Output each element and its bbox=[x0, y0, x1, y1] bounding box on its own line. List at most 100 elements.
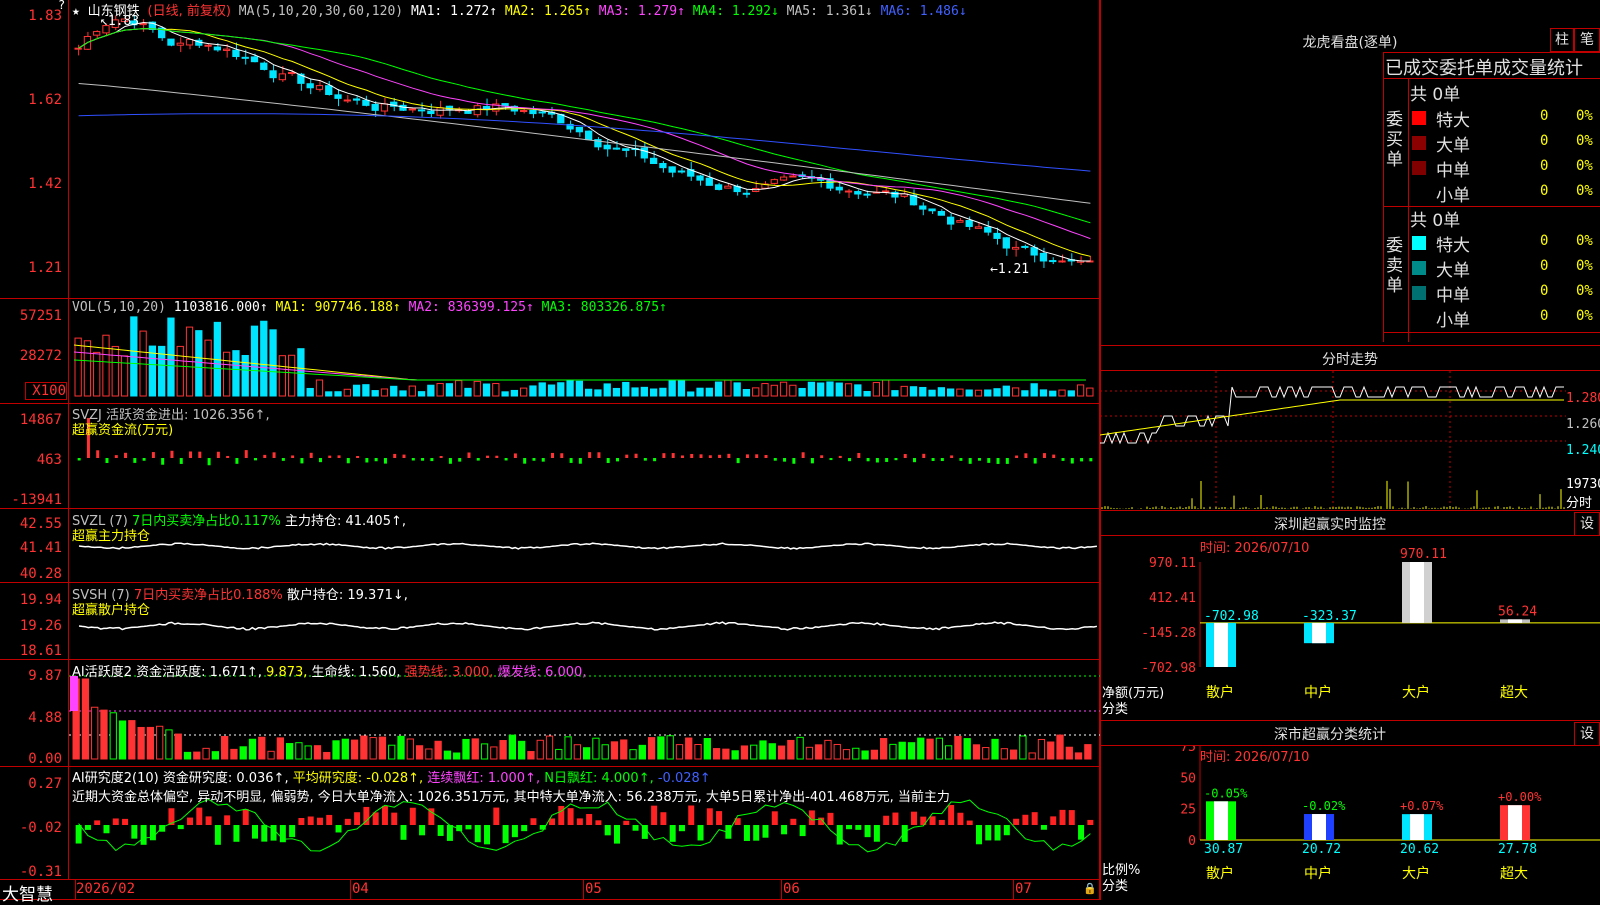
research-bar bbox=[177, 825, 184, 830]
fund-flow-bar bbox=[114, 455, 118, 458]
vol-unit-box[interactable]: X100 bbox=[25, 382, 67, 400]
volume-bar bbox=[399, 390, 407, 397]
fund-flow-bar bbox=[161, 458, 165, 465]
fund-flow-bar bbox=[783, 458, 787, 462]
pen-mode-button[interactable]: 笔 bbox=[1574, 28, 1600, 52]
candle-body bbox=[946, 216, 955, 225]
activity-bar bbox=[369, 737, 377, 760]
fund-flow-bar bbox=[690, 453, 694, 458]
research-bar bbox=[214, 825, 221, 845]
research-bar bbox=[855, 825, 862, 830]
volume-bar bbox=[631, 387, 639, 397]
volume-bar bbox=[705, 387, 713, 397]
intraday-tick: 1.280 bbox=[1566, 391, 1600, 406]
volume-bar bbox=[529, 385, 537, 397]
fund-flow-bar bbox=[857, 452, 861, 458]
research-bar bbox=[669, 825, 676, 842]
y-tick: 18.61 bbox=[19, 643, 62, 659]
period-label[interactable]: (日线, 前复权) bbox=[148, 4, 231, 19]
research-bar bbox=[511, 825, 518, 838]
y-tick-label: 25 bbox=[1180, 803, 1196, 818]
fund-flow-bar bbox=[727, 453, 731, 458]
x-tick-mark bbox=[583, 880, 584, 900]
activity-bar bbox=[285, 743, 294, 760]
research-bar bbox=[437, 825, 444, 836]
fund-flow-bar bbox=[1070, 458, 1074, 464]
research-bar bbox=[613, 825, 620, 844]
research-bar bbox=[196, 807, 203, 825]
fund-flow-bar bbox=[513, 453, 517, 458]
sell-row-pct: 0% bbox=[1576, 283, 1593, 299]
volume-bar bbox=[1058, 389, 1066, 397]
ma5-value: MA5: 1.361↓ bbox=[786, 4, 873, 19]
intraday-chart[interactable] bbox=[1100, 371, 1566, 509]
candle-body bbox=[269, 70, 277, 79]
fund-flow-bar bbox=[866, 458, 870, 462]
activity-bar bbox=[183, 751, 192, 760]
divider bbox=[1383, 52, 1384, 342]
volume-bar bbox=[1030, 383, 1038, 397]
research-bar bbox=[799, 825, 806, 837]
candle-body bbox=[705, 177, 713, 186]
fund-flow-bar bbox=[383, 458, 387, 464]
volume-bar bbox=[798, 387, 806, 397]
research-bar bbox=[595, 820, 602, 825]
favorite-star-icon[interactable]: ★ bbox=[72, 4, 80, 19]
classify-settings-button[interactable]: 设 bbox=[1574, 722, 1600, 746]
fund-flow-bar bbox=[810, 458, 814, 464]
category-bar-highlight bbox=[1508, 805, 1522, 840]
activity-bar bbox=[202, 747, 210, 760]
buy-orders-label: 委买单 bbox=[1386, 110, 1403, 170]
research-bar bbox=[251, 825, 258, 839]
classify-cat-label: 分类 bbox=[1102, 879, 1129, 894]
research-bar bbox=[465, 825, 472, 830]
fund-flow-bar bbox=[950, 455, 954, 458]
activity-bar bbox=[638, 744, 646, 760]
candle-body bbox=[585, 130, 593, 141]
activity-bar bbox=[81, 678, 90, 760]
fund-flow-bar bbox=[402, 454, 406, 458]
change-label: +0.07% bbox=[1400, 799, 1444, 813]
net-amount-bar-chart[interactable]: 970.11 412.41 -145.28 -702.98 -702.98 散户 -323.… bbox=[1100, 536, 1600, 720]
candle-body bbox=[343, 99, 351, 102]
sell-row-count: 0 bbox=[1540, 283, 1549, 299]
candle-body bbox=[612, 147, 621, 150]
research-bar bbox=[149, 825, 156, 841]
bar-mode-button[interactable]: 柱 bbox=[1550, 28, 1574, 52]
activity-bar bbox=[583, 747, 591, 760]
monitor-cat-label: 分类 bbox=[1102, 702, 1129, 717]
fund-flow-bar bbox=[467, 452, 471, 458]
research-bar bbox=[122, 818, 129, 825]
fund-flow-bar bbox=[615, 458, 619, 462]
fund-flow-bar bbox=[439, 455, 443, 458]
y-tick: 28272 bbox=[19, 348, 62, 364]
lock-icon[interactable]: 🔒 bbox=[1083, 882, 1097, 895]
kline-chart[interactable] bbox=[69, 0, 1100, 879]
fund-flow-bar bbox=[931, 458, 935, 461]
research-bar bbox=[623, 820, 630, 825]
buy-row-name: 特大 bbox=[1436, 111, 1470, 131]
ma-line bbox=[78, 28, 1091, 257]
candle-body bbox=[538, 111, 546, 114]
research-bar bbox=[892, 812, 899, 825]
x-tick-mark bbox=[781, 880, 782, 900]
ratio-bar-chart[interactable]: 75 50 25 0 30.87 散户 -0.05% 20.72 中户 -0.02% 20.62 大户… bbox=[1100, 746, 1600, 900]
fund-flow-bar bbox=[309, 452, 313, 458]
activity-bar bbox=[276, 737, 284, 760]
fund-flow-bar bbox=[198, 451, 202, 458]
buy-row-name: 小单 bbox=[1436, 186, 1470, 206]
fund-flow-bar bbox=[430, 458, 434, 462]
ai-active-e: 爆发线: 6.000, bbox=[497, 665, 587, 680]
main-hold-line bbox=[78, 542, 1097, 550]
activity-peak bbox=[70, 676, 78, 711]
fund-flow-bar bbox=[588, 452, 592, 458]
x-tick: 06 bbox=[783, 881, 800, 897]
y-tick: 41.41 bbox=[19, 540, 62, 556]
monitor-settings-button[interactable]: 设 bbox=[1574, 512, 1600, 536]
fund-flow-bar bbox=[959, 458, 963, 461]
volume-bar bbox=[585, 388, 593, 397]
candle-body bbox=[882, 190, 890, 193]
candle-body bbox=[1011, 246, 1020, 250]
volume-bar bbox=[306, 387, 314, 397]
volume-bar bbox=[436, 383, 444, 397]
